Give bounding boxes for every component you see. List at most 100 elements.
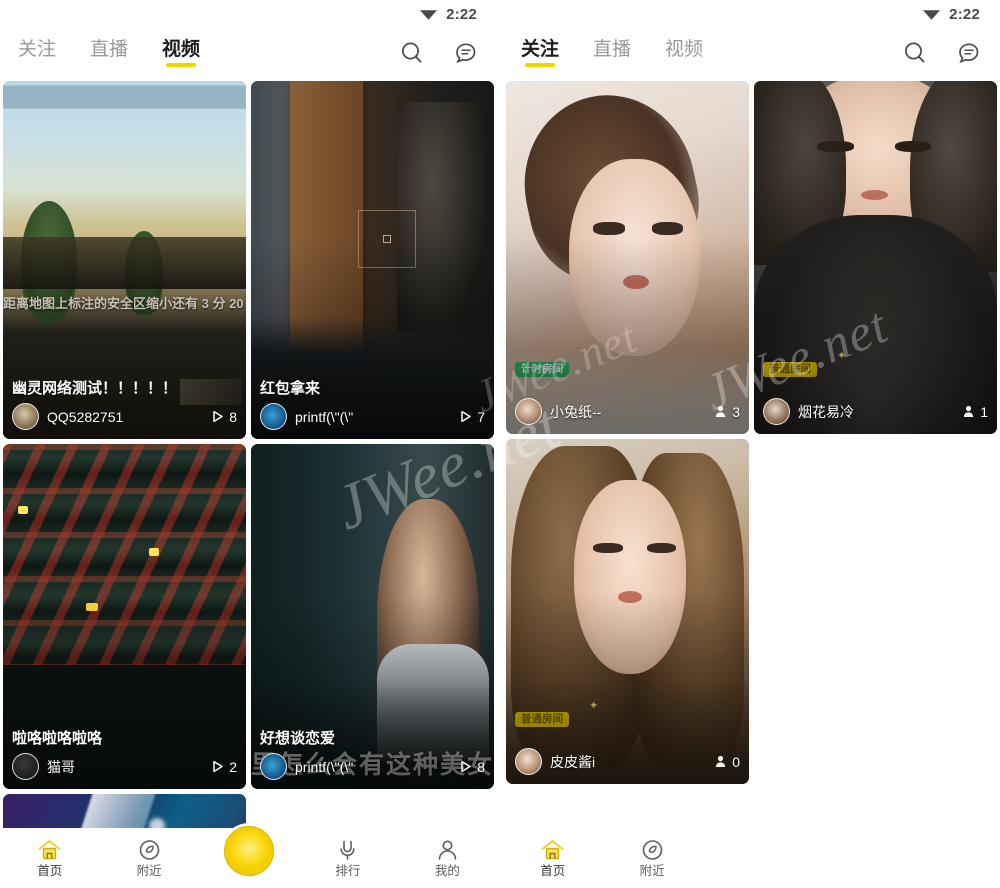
nav-label: 附近 [137,865,162,878]
avatar[interactable] [12,403,39,430]
tab-live-left[interactable]: 直播 [90,40,128,66]
live-feed-right[interactable]: 计时房间 小兔纸-- [503,77,1000,888]
nav-item-home[interactable]: 首页 [503,838,602,878]
avatar[interactable] [515,398,542,425]
live-card-7[interactable]: 普通房间 ✦ 皮皮酱i [506,439,749,784]
tab-label: 视频 [162,40,200,59]
live-card-3[interactable]: 计时房间 小兔纸-- [506,81,749,434]
message-icon[interactable] [453,40,479,66]
tab-label: 视频 [665,40,703,59]
card-info: 红包拿来 printf(\"(\" 7 [251,373,494,439]
video-card-5[interactable]: 啦咯啦咯啦咯 猫哥 2 [3,444,246,789]
avatar[interactable] [515,748,542,775]
record-button[interactable] [224,826,274,876]
avatar[interactable] [763,398,790,425]
feed-column-b: 红包拿来 printf(\"(\" 7 [251,81,494,888]
tab-label: 关注 [18,40,56,59]
key-led [149,548,159,556]
tab-list-right: 关注 直播 视频 [521,40,703,66]
eye-right [895,141,931,152]
viewer-count: 3 [714,404,740,420]
nav-item-nearby[interactable]: 附近 [99,838,198,878]
tab-follow-left[interactable]: 关注 [18,40,56,66]
live-card-4[interactable]: 普通房间 ✦ 烟花易冷 [754,81,997,434]
status-clock: 2:22 [949,6,980,23]
tab-follow-right[interactable]: 关注 [521,40,559,66]
avatar[interactable] [12,753,39,780]
card-info: 幽灵网络测试！！！！！ QQ5282751 8 [3,373,246,439]
card-title: 幽灵网络测试！！！！！ [12,380,237,397]
game-compass-bar [3,85,246,109]
card-footer: printf(\"(\" 7 [260,403,485,430]
video-card-2[interactable]: 红包拿来 printf(\"(\" 7 [251,81,494,439]
play-icon [459,410,472,423]
card-footer: 皮皮酱i 0 [515,748,740,775]
metric-value: 0 [732,754,740,770]
message-icon[interactable] [956,40,982,66]
metric-value: 8 [229,409,237,425]
nav-item-nearby[interactable]: 附近 [602,838,701,878]
viewer-icon [714,755,727,768]
feed-column-a: 距离地图上标注的安全区缩小还有 3 分 20 秒 幽灵网络测试！！！！！ QQ5… [3,81,246,888]
card-footer: 猫哥 2 [12,753,237,780]
viewer-icon [962,405,975,418]
nav-label: 附近 [640,865,665,878]
nav-label: 首页 [37,865,62,878]
nav-item-home[interactable]: 首页 [0,838,99,878]
search-icon[interactable] [902,40,928,66]
play-count: 2 [211,759,237,775]
key-led [18,506,28,514]
play-icon [211,410,224,423]
status-bar-left: 2:22 [0,0,497,28]
card-title: 啦咯啦咯啦咯 [12,730,237,747]
card-info: 好想谈恋爱 printf(\"(\" 8 [251,723,494,789]
tab-live-right[interactable]: 直播 [593,40,631,66]
feed-column-c: 计时房间 小兔纸-- [506,81,749,784]
card-info: 烟花易冷 1 [754,391,997,434]
phone-screenshot-right: 2:22 关注 直播 视频 [503,0,1000,888]
tab-video-right[interactable]: 视频 [665,40,703,66]
nav-label: 排行 [335,865,360,878]
video-feed-left[interactable]: 距离地图上标注的安全区缩小还有 3 分 20 秒 幽灵网络测试！！！！！ QQ5… [0,77,497,888]
avatar[interactable] [260,403,287,430]
viewer-count: 1 [962,404,988,420]
top-actions-left [399,40,479,66]
phone-screenshot-left: 2:22 关注 直播 视频 [0,0,497,888]
nav-item-rank[interactable]: 排行 [298,838,397,878]
tab-underline [525,63,555,67]
top-tab-bar-right: 关注 直播 视频 [503,28,1000,77]
bottom-nav-right: 首页 附近 [503,828,1000,888]
card-username: 皮皮酱i [550,752,706,772]
card-username: 烟花易冷 [798,402,954,422]
play-icon [459,760,472,773]
viewer-count: 0 [714,754,740,770]
feed-grid-right: 计时房间 小兔纸-- [506,81,997,784]
card-username: printf(\"(\" [295,759,451,775]
tab-video-left[interactable]: 视频 [162,40,200,66]
nav-item-profile[interactable]: 我的 [398,838,497,878]
wifi-icon [922,7,941,21]
video-card-6[interactable]: 里怎么会有这种美女 好想谈恋爱 printf(\"(\" [251,444,494,789]
nav-item-record[interactable] [199,840,298,876]
avatar[interactable] [260,753,287,780]
eye-right [647,543,676,553]
video-card-1[interactable]: 距离地图上标注的安全区缩小还有 3 分 20 秒 幽灵网络测试！！！！！ QQ5… [3,81,246,439]
eye-left [593,222,625,235]
compass-icon [640,838,665,862]
compass-icon [137,838,162,862]
card-username: 猫哥 [47,757,203,777]
card-footer: 烟花易冷 1 [763,398,988,425]
card-info: 小兔纸-- 3 [506,391,749,434]
metric-value: 3 [732,404,740,420]
screenshot-stage: 2:22 关注 直播 视频 [0,0,1000,888]
metric-value: 2 [229,759,237,775]
eye-left [593,543,622,553]
metric-value: 1 [980,404,988,420]
search-icon[interactable] [399,40,425,66]
tab-underline [166,63,196,67]
bottom-nav-left: 首页 附近 排行 [0,828,497,888]
card-footer: printf(\"(\" 8 [260,753,485,780]
person-icon [435,838,460,862]
microphone-icon [335,838,360,862]
tab-list-left: 关注 直播 视频 [18,40,200,66]
